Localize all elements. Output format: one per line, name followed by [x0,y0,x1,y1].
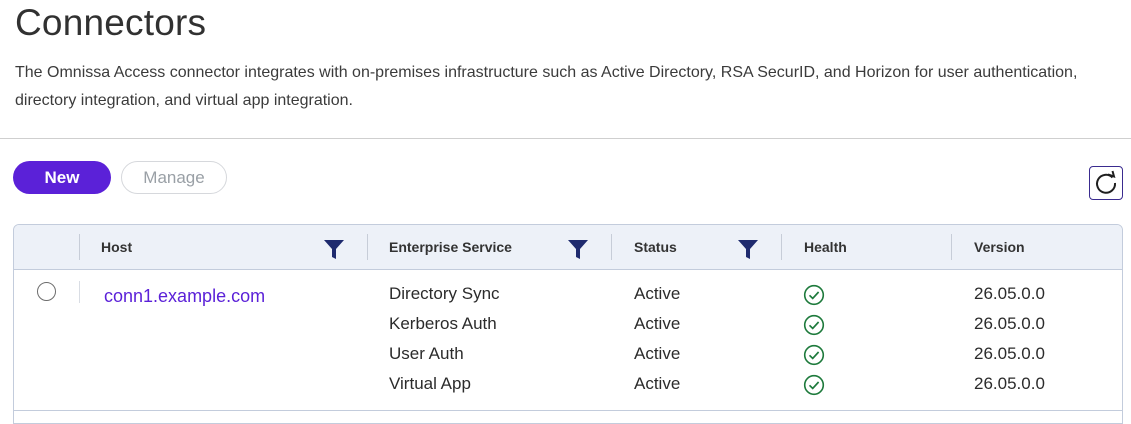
refresh-icon [1096,170,1117,194]
service-version: 26.05.0.0 [974,344,1045,363]
new-button[interactable]: New [13,161,111,194]
service-name: Virtual App [389,374,471,393]
refresh-button[interactable] [1089,166,1123,200]
service-version: 26.05.0.0 [974,284,1045,303]
column-header-version[interactable]: Version [974,225,1025,269]
column-separator[interactable] [781,234,782,260]
column-header-health[interactable]: Health [804,225,847,269]
column-separator[interactable] [367,234,368,260]
service-name: User Auth [389,344,464,363]
page-title: Connectors [15,2,207,43]
healthy-check-icon [803,314,825,336]
service-name: Kerberos Auth [389,314,497,333]
service-status: Active [634,284,681,303]
manage-button[interactable]: Manage [121,161,227,194]
row-select-radio[interactable] [37,282,56,301]
table-header: Host Enterprise Service Status Health Ve… [14,225,1122,270]
column-header-status[interactable]: Status [634,225,677,269]
service-status: Active [634,374,681,393]
column-separator[interactable] [611,234,612,260]
status-filter-icon[interactable] [737,238,759,260]
service-filter-icon[interactable] [567,238,589,260]
table-row-divider [13,410,1123,411]
healthy-check-icon [803,374,825,396]
service-version: 26.05.0.0 [974,374,1045,393]
service-version: 26.05.0.0 [974,314,1045,333]
page-description: The Omnissa Access connector integrates … [15,64,1078,109]
service-status: Active [634,314,681,333]
healthy-check-icon [803,344,825,366]
column-separator[interactable] [951,234,952,260]
connectors-table: Host Enterprise Service Status Health Ve… [13,224,1123,424]
row-separator [79,281,80,303]
column-header-service[interactable]: Enterprise Service [389,225,512,269]
host-link[interactable]: conn1.example.com [104,286,265,307]
host-filter-icon[interactable] [323,238,345,260]
column-separator[interactable] [79,234,80,260]
service-name: Directory Sync [389,284,500,303]
header-divider [0,138,1131,139]
healthy-check-icon [803,284,825,306]
column-header-host[interactable]: Host [101,225,132,269]
service-status: Active [634,344,681,363]
